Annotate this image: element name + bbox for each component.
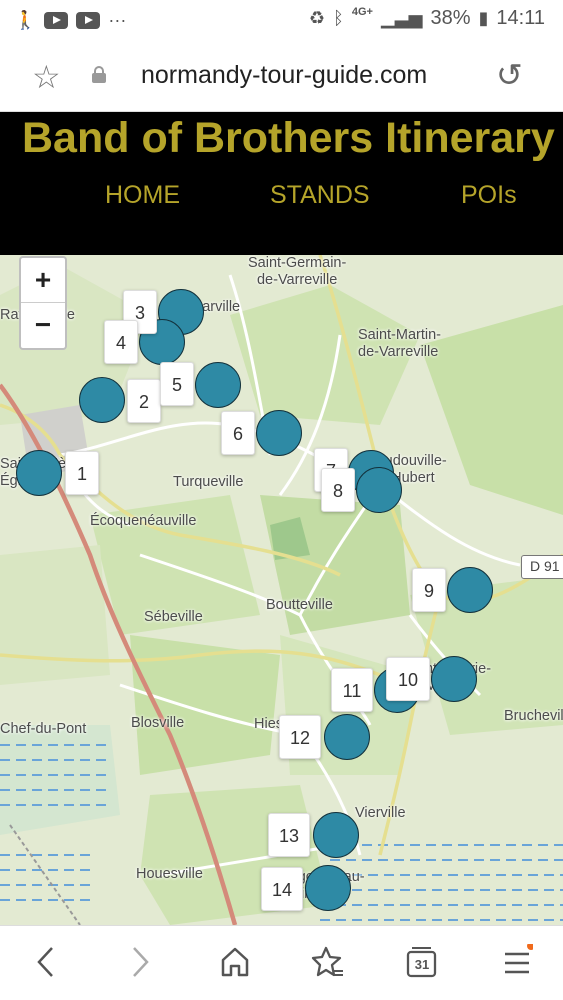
stand-marker[interactable]: [447, 567, 493, 613]
place-label: Boutteville: [266, 597, 333, 614]
stand-label[interactable]: 2: [127, 379, 161, 423]
road-shield: D 91: [521, 555, 563, 579]
page-title: Band of Brothers Itinerary: [22, 114, 555, 162]
stand-marker[interactable]: [256, 410, 302, 456]
stand-marker[interactable]: [313, 812, 359, 858]
place-label: Blosville: [131, 715, 184, 732]
network-type: 4G+: [351, 6, 373, 18]
zoom-control: + −: [19, 256, 67, 350]
place-name: Turqueville: [173, 474, 244, 490]
stand-label[interactable]: 10: [386, 657, 430, 701]
nav-stands-link[interactable]: STANDS: [270, 181, 370, 210]
bookmark-star-icon[interactable]: ☆: [32, 58, 61, 96]
place-label: Sébeville: [144, 609, 203, 626]
back-icon[interactable]: [34, 944, 56, 980]
place-name: Blosville: [131, 715, 185, 731]
stand-label[interactable]: 6: [221, 411, 255, 455]
menu-icon[interactable]: [503, 944, 533, 980]
clock: 14:11: [496, 6, 545, 29]
reload-icon[interactable]: ↺: [496, 56, 523, 94]
place-name: Chef-du-Pont: [0, 721, 87, 737]
battery-percent: 38%: [430, 6, 471, 29]
place-label: Écoquenéauville: [90, 513, 196, 530]
stand-label[interactable]: 14: [261, 867, 303, 911]
stand-marker[interactable]: [16, 450, 62, 496]
map[interactable]: Saint-Germain- de-Varreville Saint-Marti…: [0, 255, 563, 925]
place-name: Sébeville: [144, 609, 203, 625]
site-header: Band of Brothers Itinerary HOME STANDS P…: [0, 112, 563, 255]
place-name: Brucheville: [504, 708, 563, 724]
stand-marker[interactable]: [195, 362, 241, 408]
stand-marker[interactable]: [324, 714, 370, 760]
stand-label[interactable]: 1: [65, 451, 99, 495]
walking-icon: 🚶: [14, 10, 37, 30]
place-name: Écoquenéauville: [90, 513, 197, 529]
place-label: Saint-Martin- de-Varreville: [358, 327, 441, 361]
place-name: Houesville: [136, 866, 203, 882]
place-label: Houesville: [136, 866, 203, 883]
place-name: Vierville: [355, 805, 406, 821]
more-notifications-icon: ···: [108, 10, 127, 30]
data-saver-icon: ♻: [308, 8, 326, 28]
nav-pois-link[interactable]: POIs: [461, 181, 517, 210]
place-label: Turqueville: [173, 474, 243, 491]
stand-label[interactable]: 4: [104, 320, 138, 364]
stand-label[interactable]: 8: [321, 468, 355, 512]
battery-icon: ▮: [478, 8, 489, 28]
place-label: Brucheville: [504, 708, 563, 725]
bookmarks-icon[interactable]: [311, 944, 345, 980]
youtube-icon: [76, 11, 101, 29]
stand-marker[interactable]: [305, 865, 351, 911]
place-label: Vierville: [355, 805, 406, 822]
bluetooth-icon: ᛒ: [333, 8, 344, 28]
home-icon[interactable]: [219, 944, 251, 980]
zoom-out-button[interactable]: −: [21, 303, 65, 348]
zoom-in-button[interactable]: +: [21, 258, 65, 303]
nav-home-link[interactable]: HOME: [105, 181, 180, 210]
signal-icon: ▁▃▅: [380, 8, 423, 28]
place-label: Chef-du-Pont: [0, 721, 86, 738]
tabs-button[interactable]: 31: [405, 944, 439, 980]
stand-marker[interactable]: [431, 656, 477, 702]
status-bar: 🚶 ··· ♻ ᛒ 4G+ ▁▃▅ 38% ▮ 14:11: [0, 0, 563, 40]
stand-label[interactable]: 9: [412, 568, 446, 612]
url-field[interactable]: normandy-tour-guide.com: [141, 61, 427, 90]
browser-url-bar: ☆ normandy-tour-guide.com ↺: [0, 40, 563, 112]
place-label: Saint-Germain- de-Varreville: [248, 255, 346, 289]
stand-marker[interactable]: [356, 467, 402, 513]
youtube-icon: [44, 11, 69, 29]
place-name: Saint-Germain- de-Varreville: [248, 255, 347, 288]
stand-label[interactable]: 11: [331, 668, 373, 712]
stand-label[interactable]: 13: [268, 813, 310, 857]
browser-bottom-bar: 31: [0, 925, 563, 1000]
place-name: Saint-Martin- de-Varreville: [358, 327, 441, 360]
place-name: Boutteville: [266, 597, 333, 613]
forward-icon[interactable]: [130, 944, 152, 980]
lock-icon[interactable]: [92, 66, 106, 83]
tabs-count: 31: [414, 957, 430, 972]
stand-label[interactable]: 12: [279, 715, 321, 759]
stand-marker[interactable]: [79, 377, 125, 423]
stand-label[interactable]: 5: [160, 362, 194, 406]
